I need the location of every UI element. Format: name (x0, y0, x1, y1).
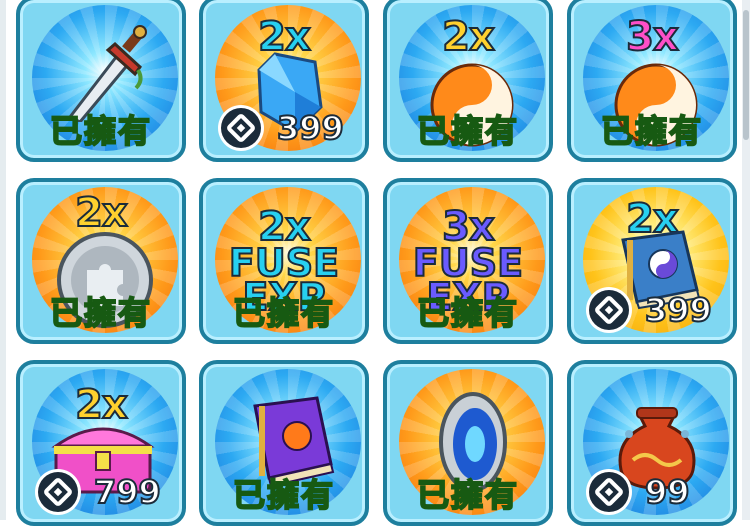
shop-item-card[interactable]: 3x FUSE EXP 已擁有 (383, 178, 553, 344)
owned-label: 已擁有 (232, 293, 335, 333)
robux-icon (38, 472, 78, 512)
price-value: 799 (93, 472, 162, 512)
price-value: 99 (644, 472, 691, 512)
owned-label: 已擁有 (600, 111, 703, 151)
shop-item-card[interactable]: 已擁有 (16, 0, 186, 162)
shop-item-card[interactable]: 2x 799 (16, 360, 186, 526)
shop-item-card[interactable]: 2x 399 (199, 0, 369, 162)
shop-item-card[interactable]: 2x 399 (567, 178, 737, 344)
multiplier-label: 2x (441, 13, 496, 61)
owned-label: 已擁有 (232, 475, 335, 515)
robux-icon (221, 108, 261, 148)
scrollbar-thumb[interactable] (743, 10, 749, 140)
price-tag[interactable]: 799 (38, 472, 162, 512)
owned-label: 已擁有 (49, 111, 152, 151)
owned-label: 已擁有 (416, 475, 519, 515)
multiplier-label: 3x (625, 13, 680, 61)
robux-icon (589, 472, 629, 512)
scrollbar[interactable] (742, 0, 750, 520)
shop-item-card[interactable]: 已擁有 (383, 360, 553, 526)
shop-grid: 已擁有 2x 399 2x 已擁有 3x 已擁有 2x 已擁有 2x FUSE … (0, 0, 750, 526)
owned-label: 已擁有 (49, 293, 152, 333)
shop-item-card[interactable]: 2x FUSE EXP 已擁有 (199, 178, 369, 344)
shop-item-card[interactable]: 99 (567, 360, 737, 526)
price-tag[interactable]: 399 (221, 108, 345, 148)
robux-icon (589, 290, 629, 330)
shop-item-card[interactable]: 3x 已擁有 (567, 0, 737, 162)
left-edge-bar (0, 0, 6, 520)
owned-label: 已擁有 (416, 293, 519, 333)
price-tag[interactable]: 399 (589, 290, 713, 330)
price-tag[interactable]: 99 (589, 472, 691, 512)
shop-item-card[interactable]: 已擁有 (199, 360, 369, 526)
shop-item-card[interactable]: 2x 已擁有 (16, 178, 186, 344)
shop-item-card[interactable]: 2x 已擁有 (383, 0, 553, 162)
price-value: 399 (644, 290, 713, 330)
owned-label: 已擁有 (416, 111, 519, 151)
price-value: 399 (276, 108, 345, 148)
